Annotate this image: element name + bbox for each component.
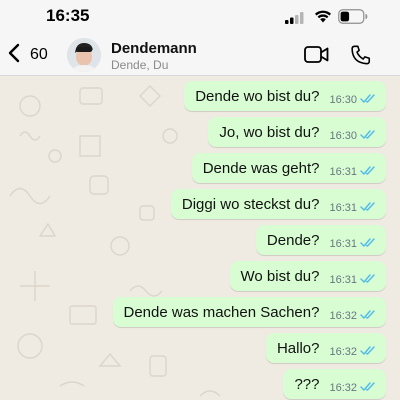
- message-bubble[interactable]: Hallo? 16:32: [265, 333, 386, 363]
- message-time: 16:30: [329, 94, 357, 106]
- message-meta: 16:31: [329, 235, 376, 253]
- wifi-icon: [314, 9, 332, 28]
- message-time: 16:31: [329, 238, 357, 250]
- double-check-icon: [360, 163, 376, 181]
- chat-header: 60 Dendemann Dende, Du: [0, 34, 400, 76]
- message-time: 16:31: [329, 274, 357, 286]
- message-bubble[interactable]: ??? 16:32: [283, 369, 386, 399]
- status-bar: 16:35: [0, 0, 400, 34]
- message-text: Dende was geht?: [202, 159, 320, 177]
- message-meta: 16:31: [329, 199, 376, 217]
- double-check-icon: [360, 235, 376, 253]
- double-check-icon: [360, 343, 376, 361]
- message-text: Hallo?: [276, 339, 320, 357]
- message-time: 16:31: [329, 202, 357, 214]
- message-text: Wo bist du?: [240, 267, 320, 285]
- contact-info[interactable]: Dendemann Dende, Du: [111, 40, 197, 73]
- chevron-left-icon: [8, 43, 20, 68]
- message-list[interactable]: Dende wo bist du? 16:30 Jo, wo bist du? 16:…: [0, 76, 400, 400]
- message-meta: 16:32: [329, 379, 376, 397]
- double-check-icon: [360, 307, 376, 325]
- message-text: Jo, wo bist du?: [219, 123, 320, 141]
- message-text: Dende?: [266, 231, 320, 249]
- message-text: Dende wo bist du?: [195, 87, 320, 105]
- message-bubble[interactable]: Wo bist du? 16:31: [229, 261, 386, 291]
- double-check-icon: [360, 379, 376, 397]
- phone-icon[interactable]: [350, 44, 372, 71]
- video-call-icon[interactable]: [304, 46, 329, 68]
- message-bubble[interactable]: Dende wo bist du? 16:30: [184, 81, 386, 111]
- message-meta: 16:31: [329, 271, 376, 289]
- message-bubble[interactable]: Dende was machen Sachen? 16:32: [112, 297, 386, 327]
- cellular-signal-icon: [285, 11, 305, 29]
- back-button[interactable]: 60: [8, 41, 48, 69]
- double-check-icon: [360, 271, 376, 289]
- status-time: 16:35: [46, 6, 90, 25]
- avatar[interactable]: [67, 38, 101, 72]
- double-check-icon: [360, 91, 376, 109]
- double-check-icon: [360, 127, 376, 145]
- message-text: Dende was machen Sachen?: [123, 303, 320, 321]
- message-meta: 16:32: [329, 343, 376, 361]
- message-bubble[interactable]: Dende was geht? 16:31: [191, 153, 386, 183]
- message-time: 16:30: [329, 130, 357, 142]
- battery-icon: [338, 9, 368, 29]
- message-text: ???: [294, 375, 320, 393]
- message-time: 16:31: [329, 166, 357, 178]
- message-bubble[interactable]: Diggi wo steckst du? 16:31: [170, 189, 386, 219]
- message-bubble[interactable]: Jo, wo bist du? 16:30: [208, 117, 386, 147]
- message-meta: 16:32: [329, 307, 376, 325]
- message-time: 16:32: [329, 346, 357, 358]
- message-text: Diggi wo steckst du?: [181, 195, 320, 213]
- contact-subtitle: Dende, Du: [111, 58, 169, 72]
- message-bubble[interactable]: Dende? 16:31: [255, 225, 386, 255]
- double-check-icon: [360, 199, 376, 217]
- message-meta: 16:30: [329, 91, 376, 109]
- message-meta: 16:30: [329, 127, 376, 145]
- message-time: 16:32: [329, 382, 357, 394]
- message-meta: 16:31: [329, 163, 376, 181]
- unread-count: 60: [30, 46, 48, 63]
- contact-name: Dendemann: [111, 40, 197, 57]
- message-time: 16:32: [329, 310, 357, 322]
